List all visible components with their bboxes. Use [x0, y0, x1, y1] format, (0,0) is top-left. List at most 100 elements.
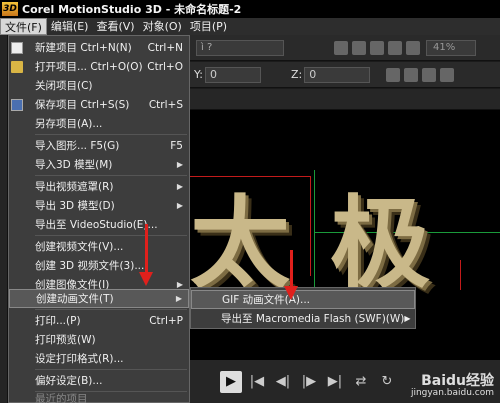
grid-icon[interactable]	[440, 67, 455, 82]
menu-item-label: 新建项目 Ctrl+N(N)	[35, 42, 132, 54]
menu-item-page-setup[interactable]: 设定打印格式(R)...	[9, 349, 189, 368]
menu-item-label: 打印预览(W)	[35, 334, 96, 346]
menu-item-import-graphic[interactable]: 导入图形... F5(G) F5	[9, 136, 189, 155]
crop-icon[interactable]	[404, 67, 419, 82]
menu-object[interactable]: 对象(O)	[139, 18, 186, 35]
globe-icon[interactable]	[334, 40, 348, 55]
menu-item-label: 最近的项目	[35, 392, 88, 403]
save-icon	[11, 98, 23, 111]
text-object-char-1[interactable]: 太	[190, 162, 290, 307]
menu-bar: 文件(F) 编辑(E) 查看(V) 对象(O) 项目(P)	[0, 18, 500, 35]
menu-item-label: 打开项目... Ctrl+O(O)	[35, 61, 143, 73]
toolbar-position: Y: 0 Z: 0	[190, 62, 500, 88]
menu-separator	[35, 369, 187, 370]
menu-item-label: 导出视频遮罩(R)	[35, 181, 114, 193]
menu-item-label: 导入3D 模型(M)	[35, 159, 113, 171]
menu-item-label: 导出至 Macromedia Flash (SWF)(W)	[221, 313, 405, 325]
toolbar-top: ì ? 41%	[190, 35, 500, 61]
menu-item-save-project[interactable]: 保存项目 Ctrl+S(S) Ctrl+S	[9, 95, 189, 114]
z-label: Z:	[290, 68, 303, 81]
step-back-icon[interactable]: ◀|	[272, 371, 294, 393]
go-end-icon[interactable]: ▶|	[324, 371, 346, 393]
z-input[interactable]: 0	[304, 66, 371, 83]
shortcut-label: Ctrl+N	[147, 41, 183, 54]
menu-item-create-3d-video[interactable]: 创建 3D 视频文件(3)...	[9, 256, 189, 275]
left-panel-strip	[0, 35, 8, 403]
menu-item-export-3d[interactable]: 导出 3D 模型(D) ▶	[9, 196, 189, 215]
submenu-arrow-icon: ▶	[176, 160, 183, 169]
repeat-icon[interactable]: ↻	[376, 371, 398, 393]
menu-edit[interactable]: 编辑(E)	[47, 18, 93, 35]
menu-separator	[35, 309, 187, 310]
menu-item-label: 设定打印格式(R)...	[35, 353, 124, 365]
menu-item-recent-projects: 最近的项目	[9, 392, 189, 403]
submenu-arrow-icon: ▶	[176, 280, 183, 289]
menu-item-label: 另存项目(A)...	[35, 118, 103, 130]
shortcut-label: F5	[170, 139, 183, 152]
y-label: Y:	[194, 68, 203, 81]
camera-icon[interactable]	[388, 40, 402, 55]
menu-project[interactable]: 项目(P)	[186, 18, 231, 35]
menu-item-preferences[interactable]: 偏好设定(B)...	[9, 371, 189, 390]
menu-item-print[interactable]: 打印...(P) Ctrl+P	[9, 311, 189, 330]
menu-item-export-videostudio[interactable]: 导出至 VideoStudio(E)...	[9, 215, 189, 234]
guide-line	[314, 170, 315, 290]
menu-item-label: 保存项目 Ctrl+S(S)	[35, 99, 130, 111]
submenu-arrow-icon: ▶	[176, 182, 183, 191]
rotate-icon[interactable]	[386, 67, 401, 82]
menu-item-create-video[interactable]: 创建视频文件(V)...	[9, 237, 189, 256]
go-start-icon[interactable]: |◀	[246, 371, 268, 393]
play-icon[interactable]: ▶	[220, 370, 242, 393]
submenu-item-gif[interactable]: GIF 动画文件(A)...	[191, 290, 415, 309]
menu-item-print-preview[interactable]: 打印预览(W)	[9, 330, 189, 349]
shortcut-label: Ctrl+P	[149, 314, 183, 327]
menu-item-create-animation[interactable]: 创建动画文件(T) ▶	[9, 289, 189, 308]
window-title: Corel MotionStudio 3D - 未命名标题-2	[22, 3, 242, 16]
step-forward-icon[interactable]: |▶	[298, 371, 320, 393]
menu-item-open-project[interactable]: 打开项目... Ctrl+O(O) Ctrl+O	[9, 57, 189, 76]
menu-item-label: 打印...(P)	[35, 315, 81, 327]
menu-item-label: 创建 3D 视频文件(3)...	[35, 260, 145, 272]
canvas-header	[190, 89, 500, 110]
bbox-line	[460, 260, 461, 290]
menu-item-label: GIF 动画文件(A)...	[222, 294, 310, 306]
text-object-char-2[interactable]: 极	[330, 162, 430, 307]
loop-icon[interactable]: ⇄	[350, 371, 372, 393]
submenu-item-flash[interactable]: 导出至 Macromedia Flash (SWF)(W) ▶	[191, 309, 415, 328]
light-icon[interactable]	[370, 40, 384, 55]
y-input[interactable]: 0	[204, 66, 261, 83]
shortcut-label: Ctrl+O	[147, 60, 183, 73]
menu-item-label: 导出至 VideoStudio(E)...	[35, 219, 158, 231]
menu-item-close-project[interactable]: 关闭项目(C)	[9, 76, 189, 95]
watermark-url: jingyan.baidu.com	[410, 388, 494, 398]
menu-item-label: 关闭项目(C)	[35, 80, 93, 92]
app-logo-icon: 3D	[2, 2, 18, 16]
menu-item-label: 创建视频文件(V)...	[35, 241, 124, 253]
title-bar: 3D Corel MotionStudio 3D - 未命名标题-2	[0, 0, 500, 18]
menu-item-import-3d[interactable]: 导入3D 模型(M) ▶	[9, 155, 189, 174]
menu-separator	[35, 235, 187, 236]
submenu-arrow-icon: ▶	[404, 314, 411, 323]
annotation-arrow-head	[284, 286, 298, 300]
submenu-arrow-icon: ▶	[175, 294, 182, 303]
effect-icon[interactable]	[406, 40, 420, 55]
annotation-arrow	[290, 250, 293, 288]
menu-item-new-project[interactable]: 新建项目 Ctrl+N(N) Ctrl+N	[9, 38, 189, 57]
menu-item-label: 偏好设定(B)...	[35, 375, 103, 387]
menu-file[interactable]: 文件(F)	[0, 18, 47, 35]
object-dropdown[interactable]: ì ?	[196, 39, 284, 56]
eye-icon[interactable]	[352, 40, 366, 55]
new-file-icon	[11, 41, 23, 54]
menu-separator	[35, 175, 187, 176]
shortcut-label: Ctrl+S	[148, 98, 183, 111]
annotation-arrow	[145, 224, 148, 274]
menu-item-export-matte[interactable]: 导出视频遮罩(R) ▶	[9, 177, 189, 196]
file-menu-dropdown: 新建项目 Ctrl+N(N) Ctrl+N 打开项目... Ctrl+O(O) …	[8, 35, 190, 403]
annotation-arrow-head	[139, 272, 153, 286]
bbox-line	[310, 176, 311, 276]
move-icon[interactable]	[422, 67, 437, 82]
zoom-field[interactable]: 41%	[426, 39, 476, 56]
menu-item-label: 导出 3D 模型(D)	[35, 200, 115, 212]
menu-item-save-as[interactable]: 另存项目(A)...	[9, 114, 189, 133]
menu-view[interactable]: 查看(V)	[92, 18, 138, 35]
